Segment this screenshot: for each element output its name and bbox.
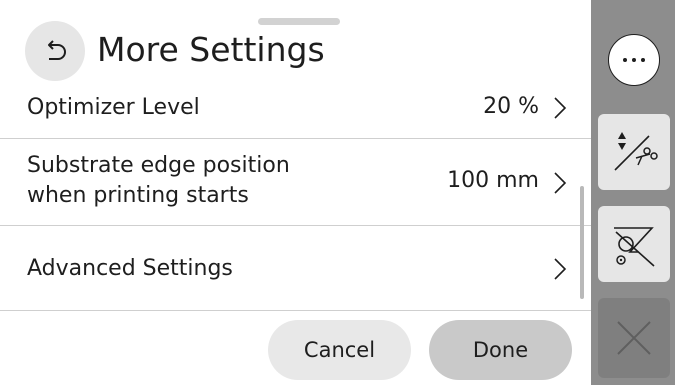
header: More Settings — [0, 0, 591, 86]
main-panel: Optimizer Level 20 % Substrate edge posi… — [0, 0, 591, 385]
setting-value: 100 mm — [447, 168, 539, 193]
cancel-button[interactable]: Cancel — [268, 320, 411, 380]
unload-substrate-button[interactable] — [598, 206, 670, 282]
printer-screen: Optimizer Level 20 % Substrate edge posi… — [0, 0, 675, 385]
drag-handle[interactable] — [258, 18, 340, 25]
settings-list[interactable]: Optimizer Level 20 % Substrate edge posi… — [0, 86, 591, 311]
close-button[interactable] — [598, 298, 670, 378]
more-options-button[interactable] — [598, 22, 670, 98]
setting-label: Substrate edge position when printing st… — [27, 153, 290, 208]
setting-row-substrate-edge-position[interactable]: Substrate edge position when printing st… — [0, 138, 591, 225]
right-sidebar — [591, 0, 675, 385]
done-button[interactable]: Done — [429, 320, 572, 380]
setting-row-advanced-settings[interactable]: Advanced Settings — [0, 225, 591, 311]
chevron-right-icon — [554, 97, 567, 119]
setting-label: Advanced Settings — [27, 256, 233, 281]
scrollbar[interactable] — [580, 186, 584, 299]
setting-row-optimizer-level[interactable]: Optimizer Level 20 % — [0, 86, 591, 138]
unload-substrate-icon — [614, 227, 655, 267]
feed-cut-icon — [614, 132, 658, 171]
setting-value: 20 % — [483, 94, 539, 119]
chevron-right-icon — [554, 172, 567, 194]
setting-label: Optimizer Level — [27, 95, 200, 120]
close-icon — [617, 321, 651, 355]
chevron-right-icon — [554, 258, 567, 280]
back-arrow-icon — [48, 40, 66, 60]
ellipsis-icon — [608, 34, 660, 86]
page-title: More Settings — [97, 30, 325, 69]
form-feed-and-cut-button[interactable] — [598, 114, 670, 190]
back-button[interactable] — [25, 21, 85, 81]
footer: Cancel Done — [0, 311, 591, 385]
